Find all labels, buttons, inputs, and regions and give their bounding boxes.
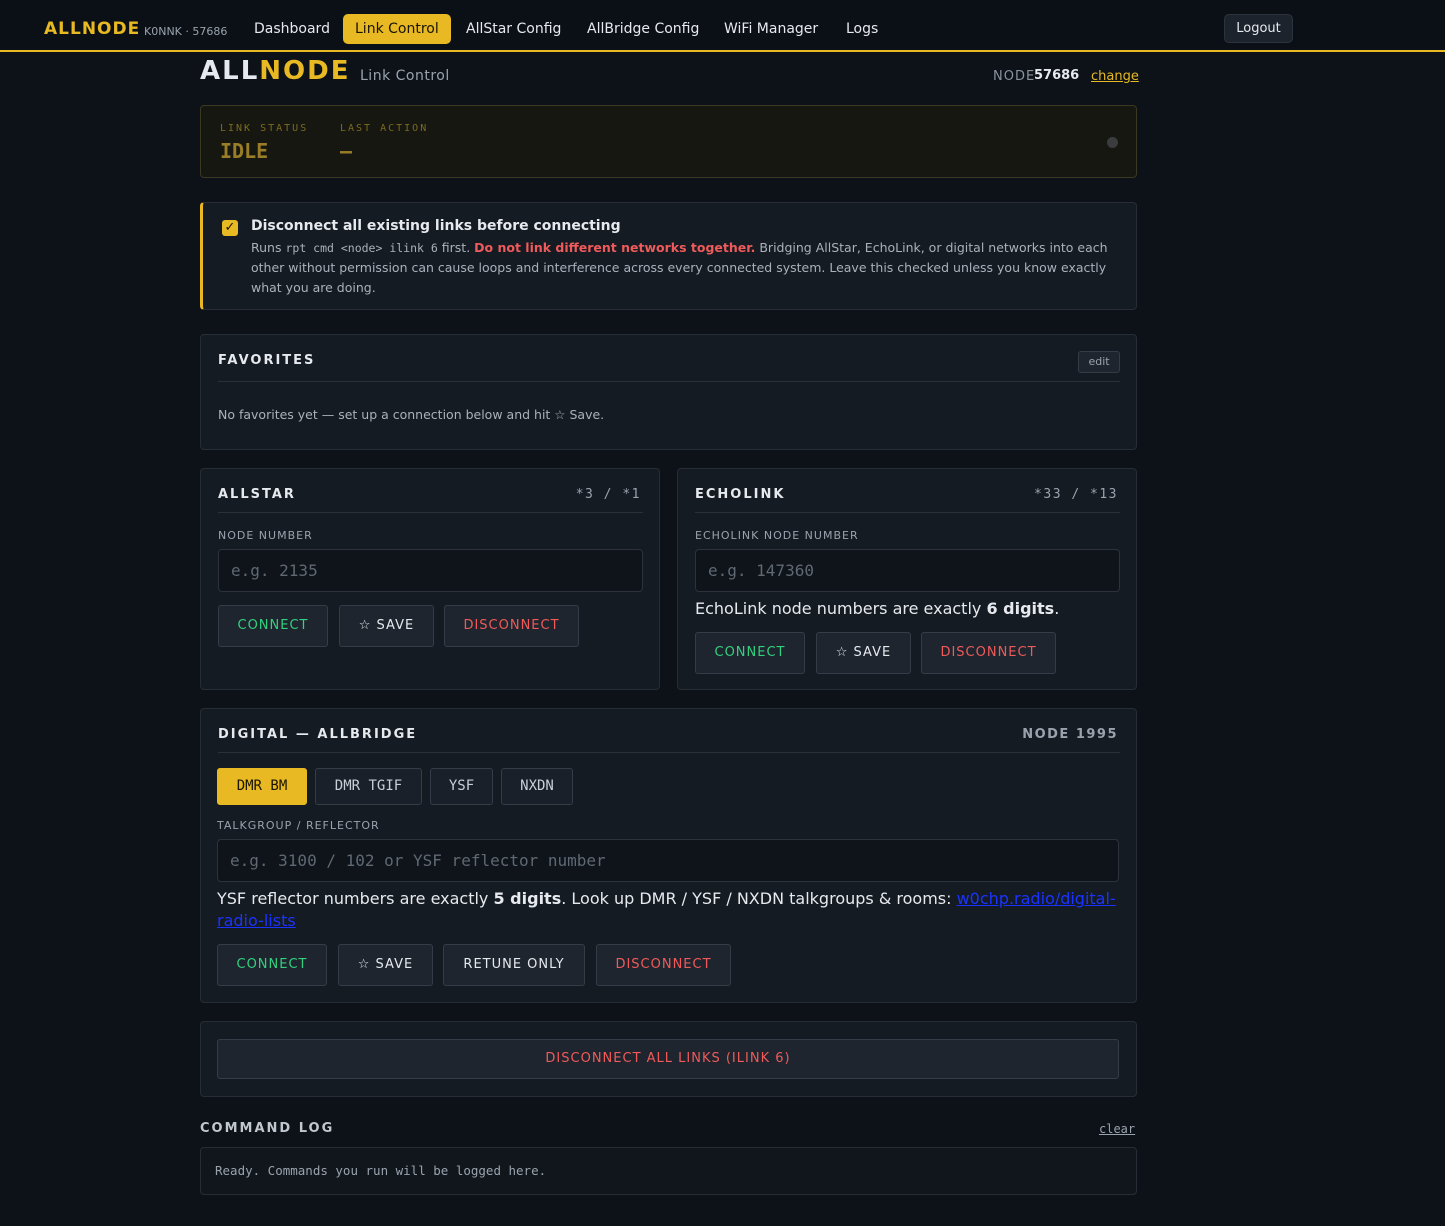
node-label: NODE [993, 69, 1036, 84]
echolink-hint: EchoLink node numbers are exactly 6 digi… [695, 599, 1059, 618]
favorites-divider [218, 381, 1120, 382]
echolink-node-input[interactable] [695, 549, 1120, 592]
callsign-label: K0NNK · 57686 [144, 25, 228, 38]
brand-part-all: ALL [200, 56, 260, 86]
echolink-title: ECHOLINK [695, 487, 786, 502]
nav-logs[interactable]: Logs [834, 14, 890, 44]
allstar-connect-button[interactable]: CONNECT [218, 605, 328, 647]
brand-logo[interactable]: ALLNODE [44, 19, 140, 39]
warning-runs: Runs [251, 240, 282, 255]
digital-title: DIGITAL — ALLBRIDGE [218, 727, 418, 742]
nav-wifi-manager[interactable]: WiFi Manager [712, 14, 830, 44]
command-log-output: Ready. Commands you run will be logged h… [200, 1147, 1137, 1195]
mode-tab-dmr-tgif[interactable]: DMR TGIF [315, 768, 422, 805]
digital-hint-digits: 5 digits [493, 889, 562, 908]
allstar-title: ALLSTAR [218, 487, 296, 502]
nav-allbridge-config[interactable]: AllBridge Config [575, 14, 711, 44]
logout-button[interactable]: Logout [1224, 14, 1293, 43]
talkgroup-link-line2: radio-lists [217, 911, 296, 930]
nav-allstar-config[interactable]: AllStar Config [454, 14, 573, 44]
disconnect-first-checkbox[interactable]: ✓ [222, 220, 238, 236]
echolink-save-button[interactable]: ☆ SAVE [816, 632, 911, 674]
allstar-node-label: NODE NUMBER [218, 529, 313, 542]
allstar-save-button[interactable]: ☆ SAVE [339, 605, 434, 647]
allstar-codes: *3 / *1 [575, 487, 641, 502]
digital-connect-button[interactable]: CONNECT [217, 944, 327, 986]
echolink-card: ECHOLINK *33 / *13 ECHOLINK NODE NUMBER … [677, 468, 1137, 690]
warning-command-code: rpt cmd <node> ilink 6 [285, 241, 438, 255]
echolink-connect-button[interactable]: CONNECT [695, 632, 805, 674]
talkgroup-input[interactable] [217, 839, 1119, 882]
warning-danger-text: Do not link different networks together. [474, 240, 756, 255]
last-action-label: LAST ACTION [340, 123, 429, 134]
node-number: 57686 [1034, 68, 1080, 83]
digital-save-button[interactable]: ☆ SAVE [338, 944, 433, 986]
top-navbar: ALLNODE K0NNK · 57686 Dashboard Link Con… [0, 0, 1445, 52]
digital-disconnect-button[interactable]: DISCONNECT [596, 944, 731, 986]
nav-dashboard[interactable]: Dashboard [242, 14, 342, 44]
clear-log-link[interactable]: clear [1099, 1122, 1135, 1136]
favorites-title: FAVORITES [218, 353, 316, 368]
echolink-hint-digits: 6 digits [986, 599, 1055, 618]
brand-part-node: NODE [259, 56, 351, 86]
page-subtitle: Link Control [360, 68, 450, 84]
nav-link-control[interactable]: Link Control [343, 14, 451, 44]
link-status-value: IDLE [220, 139, 269, 163]
echolink-hint-end: . [1054, 599, 1060, 618]
echolink-node-label: ECHOLINK NODE NUMBER [695, 529, 859, 542]
digital-node: NODE 1995 [1022, 727, 1118, 742]
allstar-node-input[interactable] [218, 549, 643, 592]
warning-first: first. [441, 240, 471, 255]
change-node-link[interactable]: change [1091, 69, 1139, 84]
disconnect-first-description: Runs rpt cmd <node> ilink 6 first. Do no… [251, 238, 1121, 298]
favorites-empty-text: No favorites yet — set up a connection b… [218, 407, 605, 422]
last-action-value: — [340, 139, 353, 163]
page-brand: ALLNODE [200, 56, 350, 86]
disconnect-first-title: Disconnect all existing links before con… [251, 218, 621, 234]
mode-tab-ysf[interactable]: YSF [430, 768, 493, 805]
echolink-disconnect-button[interactable]: DISCONNECT [921, 632, 1056, 674]
retune-only-button[interactable]: RETUNE ONLY [443, 944, 585, 986]
link-status-panel: LINK STATUS IDLE LAST ACTION — [200, 105, 1137, 178]
echolink-divider [695, 512, 1120, 513]
talkgroup-label: TALKGROUP / REFLECTOR [217, 819, 380, 832]
digital-hint-text: YSF reflector numbers are exactly [217, 889, 494, 908]
digital-divider [218, 752, 1120, 753]
favorites-edit-button[interactable]: edit [1078, 351, 1120, 373]
echolink-codes: *33 / *13 [1034, 487, 1118, 502]
allstar-divider [218, 512, 643, 513]
mode-tab-dmr-bm[interactable]: DMR BM [217, 768, 307, 805]
digital-hint: YSF reflector numbers are exactly 5 digi… [217, 888, 1119, 932]
status-indicator-dot [1107, 137, 1118, 148]
allstar-card: ALLSTAR *3 / *1 NODE NUMBER CONNECT ☆ SA… [200, 468, 660, 690]
talkgroup-link-line1: w0chp.radio/digital- [956, 889, 1116, 908]
command-log-title: COMMAND LOG [200, 1121, 335, 1136]
digital-hint-lookup: . Look up DMR / YSF / NXDN talkgroups & … [561, 889, 957, 908]
link-status-label: LINK STATUS [220, 123, 309, 134]
favorites-card: FAVORITES edit No favorites yet — set up… [200, 334, 1137, 450]
allstar-disconnect-button[interactable]: DISCONNECT [444, 605, 579, 647]
mode-tab-nxdn[interactable]: NXDN [501, 768, 573, 805]
disconnect-first-option: ✓ Disconnect all existing links before c… [200, 202, 1137, 310]
echolink-hint-text: EchoLink node numbers are exactly [695, 599, 987, 618]
disconnect-all-button[interactable]: DISCONNECT ALL LINKS (ILINK 6) [217, 1039, 1119, 1079]
